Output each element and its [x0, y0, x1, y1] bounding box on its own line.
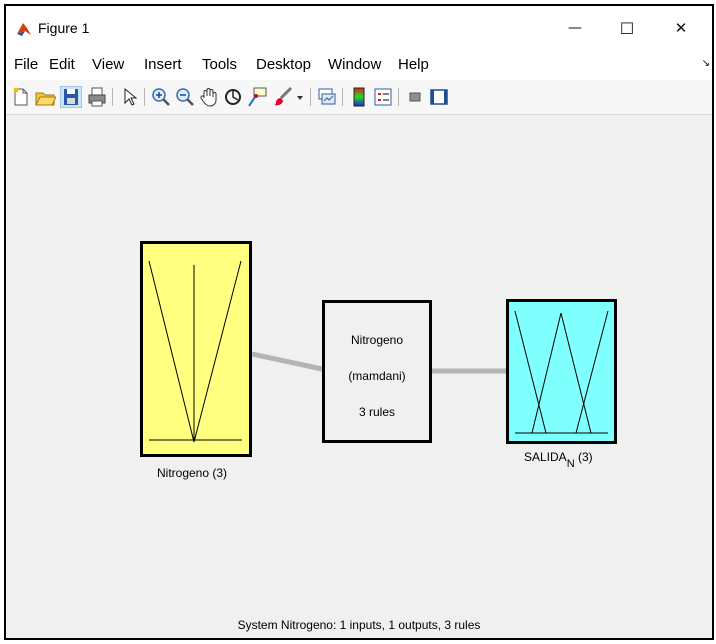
matlab-icon [17, 23, 31, 36]
menu-desktop[interactable]: Desktop [256, 56, 311, 73]
toolbar-separator [342, 88, 343, 106]
close-icon: ✕ [674, 19, 688, 37]
insert-colorbar-icon[interactable] [348, 86, 370, 108]
menu-tools[interactable]: Tools [202, 56, 237, 73]
toolbar-separator [398, 88, 399, 106]
menu-overflow-icon[interactable]: ↘ [702, 58, 710, 69]
figure-canvas: Nitrogeno (mamdani) 3 rules Nitrogeno (3… [6, 115, 712, 638]
window-title: Figure 1 [38, 20, 90, 36]
input-connector [251, 351, 323, 372]
menu-edit[interactable]: Edit [49, 56, 75, 73]
system-rule-count: 3 rules [358, 405, 396, 419]
insert-legend-icon[interactable] [372, 86, 394, 108]
maximize-button[interactable]: ☐ [604, 12, 650, 44]
minimize-button[interactable]: — [552, 12, 598, 44]
figure-window: Figure 1 — ☐ ✕ File Edit View Insert Too… [4, 4, 714, 640]
link-plot-icon[interactable] [316, 86, 338, 108]
title-bar: Figure 1 — ☐ ✕ [6, 6, 712, 50]
menu-window[interactable]: Window [328, 56, 381, 73]
toolbar-separator [144, 88, 145, 106]
print-icon[interactable] [86, 86, 108, 108]
system-name: Nitrogeno [350, 333, 404, 347]
data-cursor-icon[interactable] [246, 86, 268, 108]
menu-insert[interactable]: Insert [144, 56, 182, 73]
rule-system-box[interactable]: Nitrogeno (mamdani) 3 rules [322, 300, 432, 443]
menu-bar: File Edit View Insert Tools Desktop Wind… [6, 50, 712, 80]
pan-icon[interactable] [198, 86, 220, 108]
status-text: System Nitrogeno: 1 inputs, 1 outputs, 3… [237, 618, 481, 632]
pointer-icon[interactable] [118, 86, 140, 108]
brush-icon[interactable] [272, 86, 294, 108]
menu-view[interactable]: View [92, 56, 124, 73]
open-file-icon[interactable] [34, 86, 56, 108]
toolbar-separator [112, 88, 113, 106]
maximize-icon: ☐ [619, 18, 635, 38]
save-icon[interactable] [60, 86, 82, 108]
rotate-3d-icon[interactable] [222, 86, 244, 108]
input-variable-box[interactable] [140, 241, 252, 457]
output-variable-box[interactable] [506, 299, 617, 444]
minimize-icon: — [568, 20, 582, 36]
toolbar-separator [310, 88, 311, 106]
zoom-in-icon[interactable] [150, 86, 172, 108]
input-variable-fill [140, 241, 252, 457]
input-variable-label: Nitrogeno (3) [157, 466, 228, 480]
zoom-out-icon[interactable] [174, 86, 196, 108]
hide-plot-tools-icon[interactable] [404, 86, 426, 108]
close-button[interactable]: ✕ [658, 12, 704, 44]
brush-dropdown-icon[interactable] [294, 86, 306, 108]
output-variable-fill [506, 299, 617, 444]
toolbar [6, 80, 712, 115]
output-label-count: (3) [574, 450, 593, 464]
menu-help[interactable]: Help [398, 56, 429, 73]
output-variable-label: SALIDAN (3) [524, 450, 593, 471]
output-label-main: SALIDA [524, 450, 567, 464]
system-type: (mamdani) [348, 369, 406, 383]
output-label-subscript: N [566, 458, 575, 471]
new-figure-icon[interactable] [10, 86, 32, 108]
show-plot-tools-icon[interactable] [428, 86, 450, 108]
menu-file[interactable]: File [14, 56, 38, 73]
